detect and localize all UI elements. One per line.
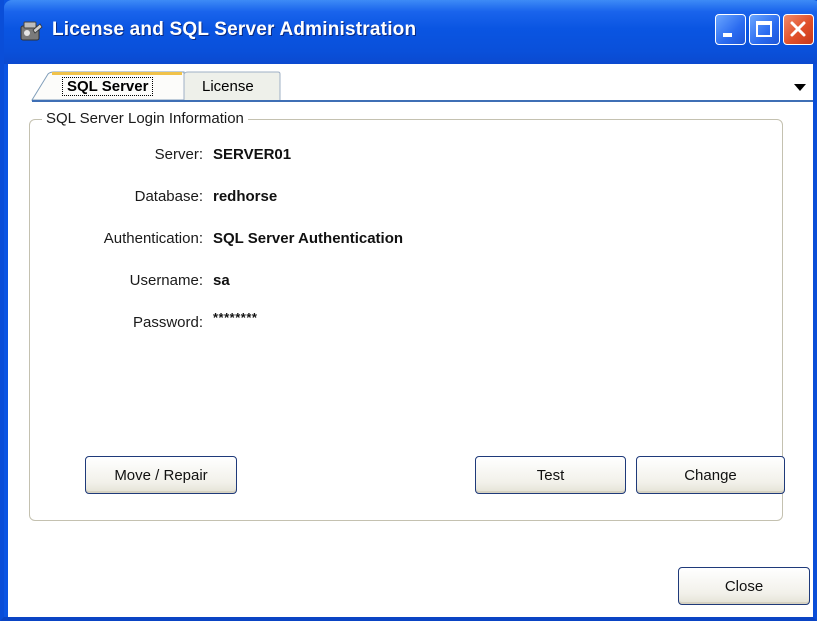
test-button[interactable]: Test [475,456,626,494]
minimize-button[interactable] [715,14,746,45]
tab-sql-server-label: SQL Server [62,77,154,96]
title-bar[interactable]: License and SQL Server Administration [4,0,817,64]
authentication-label: Authentication: [103,230,203,247]
maximize-button[interactable] [749,14,780,45]
tab-license-label: License [202,78,254,95]
close-icon [790,21,806,37]
app-icon [20,21,43,41]
change-button[interactable]: Change [636,456,785,494]
move-repair-button[interactable]: Move / Repair [85,456,237,494]
maximize-icon [756,21,772,37]
login-info-group: SQL Server Login Information Server: SER… [29,110,785,521]
group-legend: SQL Server Login Information [42,110,248,127]
tab-strip: SQL Server License [8,64,813,102]
server-label: Server: [154,146,203,163]
tab-license[interactable]: License [188,72,280,100]
tab-underline [32,100,813,102]
close-button[interactable]: Close [678,567,810,605]
dialog-body: SQL Server License SQL Server Login Info… [8,64,813,617]
close-window-button[interactable] [783,14,814,45]
window-title: License and SQL Server Administration [52,19,417,40]
password-label: Password: [132,314,203,331]
tab-sql-server[interactable]: SQL Server [34,72,184,100]
username-value: sa [213,272,230,289]
password-value: ******** [213,310,258,325]
tab-menu-dropdown-icon[interactable] [794,84,806,91]
server-value: SERVER01 [213,146,292,163]
minimize-icon [723,33,732,37]
database-label: Database: [134,188,203,205]
database-value: redhorse [213,188,278,205]
authentication-value: SQL Server Authentication [213,230,404,247]
username-label: Username: [129,272,203,289]
app-window: License and SQL Server Administration SQ [0,0,817,621]
